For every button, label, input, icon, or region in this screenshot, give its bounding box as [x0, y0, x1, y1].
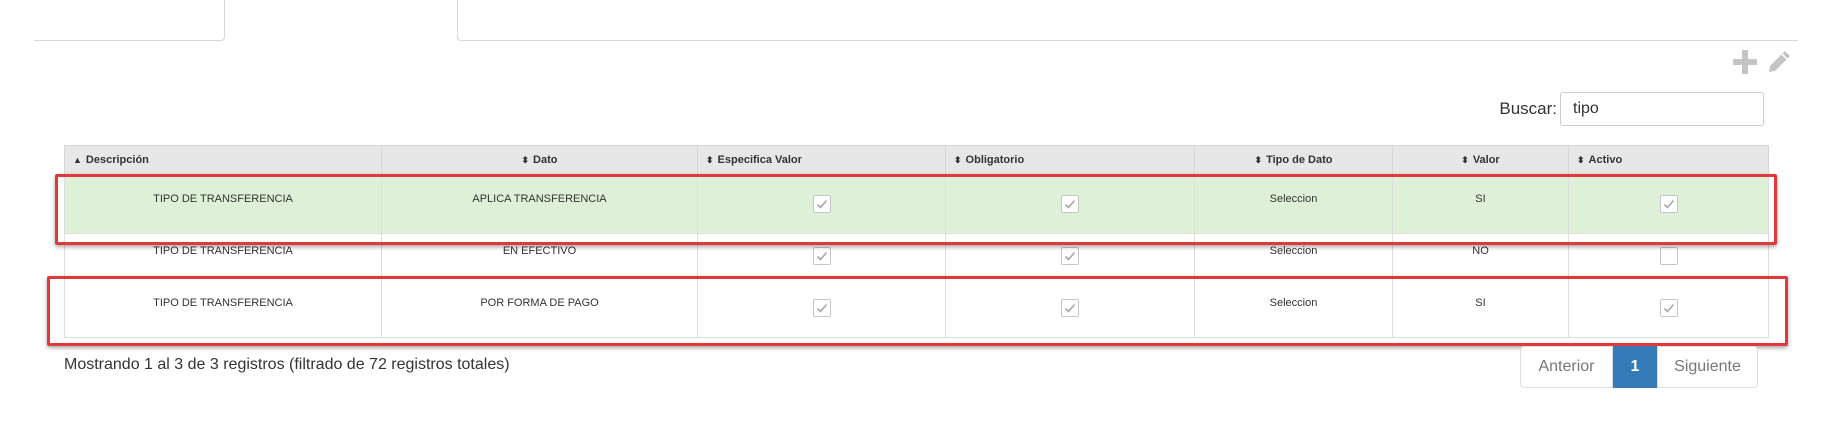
cell-descripcion: TIPO DE TRANSFERENCIA [64, 278, 382, 338]
cell-obligatorio [945, 278, 1195, 338]
cell-especifica-valor [697, 233, 946, 279]
cell-descripcion: TIPO DE TRANSFERENCIA [64, 233, 382, 279]
cell-especifica-valor [697, 278, 946, 338]
cell-tipo-dato: Seleccion [1194, 278, 1393, 338]
col-header-obligatorio[interactable]: ⬍ Obligatorio [945, 145, 1195, 175]
checkbox-activo[interactable] [1659, 247, 1678, 265]
sort-icon: ⬍ [1254, 155, 1263, 165]
cell-activo [1568, 174, 1769, 234]
tab-border-right [457, 0, 1798, 41]
sort-icon: ⬍ [954, 155, 962, 165]
previous-page-button[interactable]: Anterior [1520, 346, 1613, 388]
checkbox-activo[interactable] [1659, 195, 1678, 213]
cell-dato: POR FORMA DE PAGO [381, 278, 698, 338]
col-header-tipo-dato[interactable]: ⬍ Tipo de Dato [1194, 145, 1393, 175]
checkbox-obligatorio[interactable] [1061, 299, 1079, 317]
cell-dato: EN EFECTIVO [381, 233, 698, 279]
pencil-icon[interactable] [1763, 46, 1795, 78]
cell-activo [1568, 233, 1769, 279]
col-header-especifica-valor[interactable]: ⬍ Especifica Valor [697, 145, 946, 175]
cell-descripcion: TIPO DE TRANSFERENCIA [64, 174, 382, 234]
cell-valor: SI [1392, 278, 1569, 338]
cell-dato: APLICA TRANSFERENCIA [381, 174, 698, 234]
cell-tipo-dato: Seleccion [1194, 233, 1393, 279]
records-table: ▲ Descripción ⬍ Dato ⬍ Especifica Valor ⬍ Ob… [64, 145, 1769, 338]
checkbox-especifica-valor[interactable] [812, 195, 831, 213]
checkbox-activo[interactable] [1659, 299, 1678, 317]
pagination: Anterior 1 Siguiente [1520, 346, 1758, 388]
checkbox-obligatorio[interactable] [1061, 195, 1079, 213]
cell-obligatorio [945, 174, 1195, 234]
table-row[interactable]: TIPO DE TRANSFERENCIA POR FORMA DE PAGO … [64, 278, 1769, 338]
page-1-button[interactable]: 1 [1613, 346, 1657, 388]
search-label: Buscar: [1499, 99, 1557, 118]
checkbox-especifica-valor[interactable] [812, 299, 831, 317]
cell-tipo-dato: Seleccion [1194, 174, 1393, 234]
plus-icon[interactable] [1729, 46, 1761, 78]
sort-icon: ⬍ [1461, 155, 1469, 165]
table-header-row: ▲ Descripción ⬍ Dato ⬍ Especifica Valor ⬍ Ob… [64, 145, 1769, 175]
tab-border-left [34, 0, 225, 41]
checkbox-especifica-valor[interactable] [812, 247, 831, 265]
sort-icon: ⬍ [521, 155, 530, 165]
cell-activo [1568, 278, 1769, 338]
sort-icon: ⬍ [1577, 155, 1585, 165]
col-header-valor[interactable]: ⬍ Valor [1392, 145, 1569, 175]
cell-valor: NO [1392, 233, 1569, 279]
cell-valor: SI [1392, 174, 1569, 234]
cell-especifica-valor [697, 174, 946, 234]
checkbox-obligatorio[interactable] [1061, 247, 1079, 265]
search-input[interactable] [1560, 92, 1764, 126]
table-info: Mostrando 1 al 3 de 3 registros (filtrad… [64, 356, 510, 373]
col-header-descripcion[interactable]: ▲ Descripción [64, 145, 382, 175]
next-page-button[interactable]: Siguiente [1657, 346, 1758, 388]
sort-icon: ⬍ [706, 155, 714, 165]
col-header-activo[interactable]: ⬍ Activo [1568, 145, 1769, 175]
table-row[interactable]: TIPO DE TRANSFERENCIA EN EFECTIVO Selecc… [64, 233, 1769, 279]
cell-obligatorio [945, 233, 1195, 279]
search-bar: Buscar: [1499, 92, 1764, 126]
table-row[interactable]: TIPO DE TRANSFERENCIA APLICA TRANSFERENC… [64, 174, 1769, 234]
sort-asc-icon: ▲ [73, 155, 82, 165]
col-header-dato[interactable]: ⬍ Dato [381, 145, 698, 175]
